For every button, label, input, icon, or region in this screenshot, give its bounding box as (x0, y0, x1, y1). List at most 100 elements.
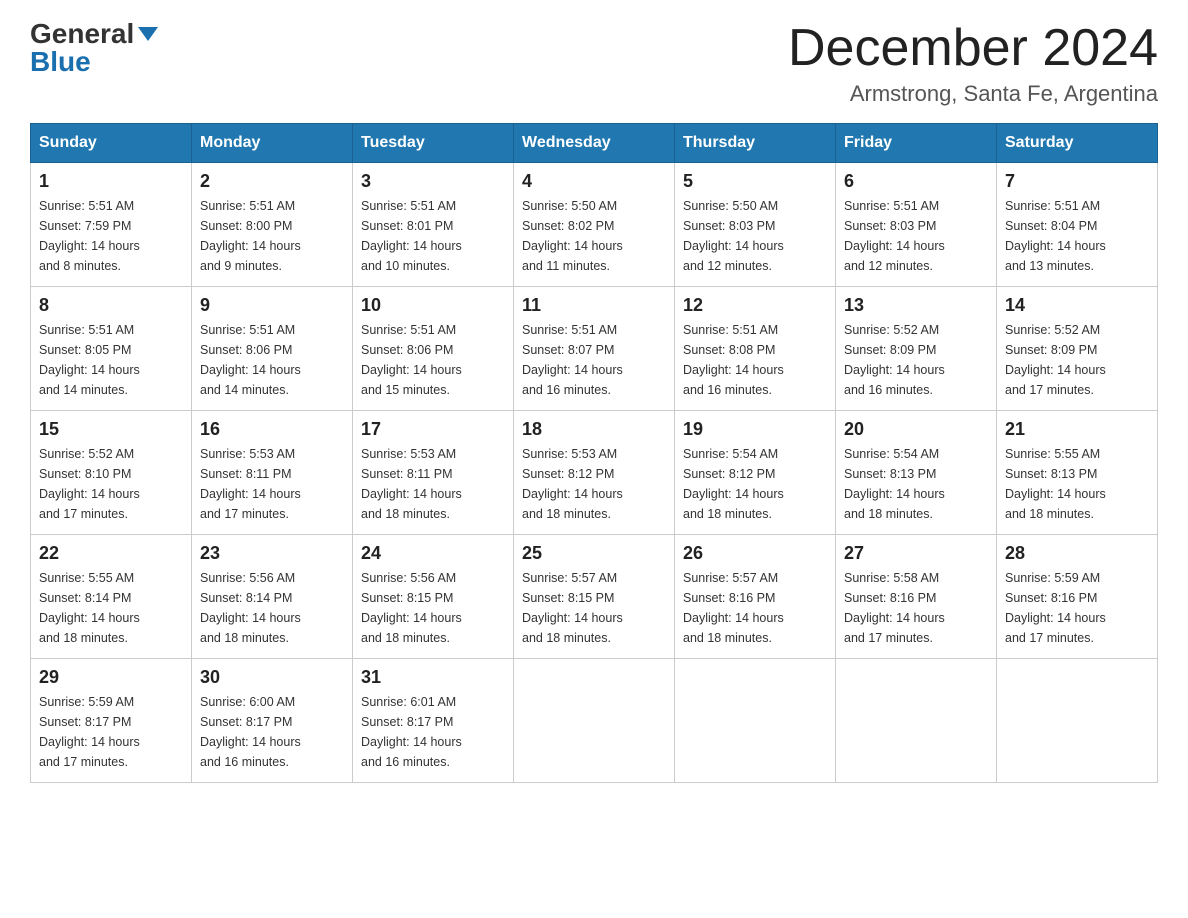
day-number: 8 (39, 295, 183, 316)
calendar-cell (675, 659, 836, 783)
day-number: 11 (522, 295, 666, 316)
calendar-cell (514, 659, 675, 783)
calendar-cell: 25 Sunrise: 5:57 AM Sunset: 8:15 PM Dayl… (514, 535, 675, 659)
day-info: Sunrise: 6:01 AM Sunset: 8:17 PM Dayligh… (361, 692, 505, 772)
day-info: Sunrise: 5:56 AM Sunset: 8:15 PM Dayligh… (361, 568, 505, 648)
calendar-cell: 6 Sunrise: 5:51 AM Sunset: 8:03 PM Dayli… (836, 163, 997, 287)
day-number: 9 (200, 295, 344, 316)
calendar-cell: 13 Sunrise: 5:52 AM Sunset: 8:09 PM Dayl… (836, 287, 997, 411)
calendar-cell: 1 Sunrise: 5:51 AM Sunset: 7:59 PM Dayli… (31, 163, 192, 287)
day-info: Sunrise: 5:57 AM Sunset: 8:16 PM Dayligh… (683, 568, 827, 648)
calendar-cell: 17 Sunrise: 5:53 AM Sunset: 8:11 PM Dayl… (353, 411, 514, 535)
weekday-header-friday: Friday (836, 124, 997, 163)
calendar-cell: 5 Sunrise: 5:50 AM Sunset: 8:03 PM Dayli… (675, 163, 836, 287)
day-info: Sunrise: 5:50 AM Sunset: 8:03 PM Dayligh… (683, 196, 827, 276)
logo: General Blue (30, 20, 158, 76)
week-row-1: 1 Sunrise: 5:51 AM Sunset: 7:59 PM Dayli… (31, 163, 1158, 287)
day-info: Sunrise: 5:51 AM Sunset: 7:59 PM Dayligh… (39, 196, 183, 276)
day-number: 1 (39, 171, 183, 192)
day-number: 31 (361, 667, 505, 688)
calendar-cell: 9 Sunrise: 5:51 AM Sunset: 8:06 PM Dayli… (192, 287, 353, 411)
week-row-2: 8 Sunrise: 5:51 AM Sunset: 8:05 PM Dayli… (31, 287, 1158, 411)
day-info: Sunrise: 5:51 AM Sunset: 8:04 PM Dayligh… (1005, 196, 1149, 276)
day-number: 17 (361, 419, 505, 440)
day-info: Sunrise: 5:50 AM Sunset: 8:02 PM Dayligh… (522, 196, 666, 276)
calendar-table: SundayMondayTuesdayWednesdayThursdayFrid… (30, 123, 1158, 783)
calendar-cell: 27 Sunrise: 5:58 AM Sunset: 8:16 PM Dayl… (836, 535, 997, 659)
day-info: Sunrise: 5:55 AM Sunset: 8:14 PM Dayligh… (39, 568, 183, 648)
day-number: 28 (1005, 543, 1149, 564)
week-row-3: 15 Sunrise: 5:52 AM Sunset: 8:10 PM Dayl… (31, 411, 1158, 535)
day-number: 18 (522, 419, 666, 440)
day-number: 23 (200, 543, 344, 564)
logo-general: General (30, 20, 134, 48)
calendar-cell: 22 Sunrise: 5:55 AM Sunset: 8:14 PM Dayl… (31, 535, 192, 659)
day-number: 30 (200, 667, 344, 688)
day-number: 10 (361, 295, 505, 316)
calendar-cell (997, 659, 1158, 783)
weekday-header-monday: Monday (192, 124, 353, 163)
day-info: Sunrise: 5:57 AM Sunset: 8:15 PM Dayligh… (522, 568, 666, 648)
weekday-header-sunday: Sunday (31, 124, 192, 163)
calendar-cell: 24 Sunrise: 5:56 AM Sunset: 8:15 PM Dayl… (353, 535, 514, 659)
day-number: 24 (361, 543, 505, 564)
calendar-cell: 21 Sunrise: 5:55 AM Sunset: 8:13 PM Dayl… (997, 411, 1158, 535)
day-info: Sunrise: 5:56 AM Sunset: 8:14 PM Dayligh… (200, 568, 344, 648)
day-info: Sunrise: 5:52 AM Sunset: 8:10 PM Dayligh… (39, 444, 183, 524)
day-number: 2 (200, 171, 344, 192)
week-row-4: 22 Sunrise: 5:55 AM Sunset: 8:14 PM Dayl… (31, 535, 1158, 659)
calendar-cell: 28 Sunrise: 5:59 AM Sunset: 8:16 PM Dayl… (997, 535, 1158, 659)
calendar-cell: 11 Sunrise: 5:51 AM Sunset: 8:07 PM Dayl… (514, 287, 675, 411)
calendar-cell: 18 Sunrise: 5:53 AM Sunset: 8:12 PM Dayl… (514, 411, 675, 535)
day-number: 13 (844, 295, 988, 316)
calendar-cell: 26 Sunrise: 5:57 AM Sunset: 8:16 PM Dayl… (675, 535, 836, 659)
calendar-cell: 8 Sunrise: 5:51 AM Sunset: 8:05 PM Dayli… (31, 287, 192, 411)
calendar-cell: 7 Sunrise: 5:51 AM Sunset: 8:04 PM Dayli… (997, 163, 1158, 287)
calendar-cell: 19 Sunrise: 5:54 AM Sunset: 8:12 PM Dayl… (675, 411, 836, 535)
day-info: Sunrise: 5:52 AM Sunset: 8:09 PM Dayligh… (844, 320, 988, 400)
day-info: Sunrise: 5:54 AM Sunset: 8:12 PM Dayligh… (683, 444, 827, 524)
day-number: 7 (1005, 171, 1149, 192)
calendar-cell: 20 Sunrise: 5:54 AM Sunset: 8:13 PM Dayl… (836, 411, 997, 535)
month-title: December 2024 (788, 20, 1158, 77)
week-row-5: 29 Sunrise: 5:59 AM Sunset: 8:17 PM Dayl… (31, 659, 1158, 783)
weekday-header-row: SundayMondayTuesdayWednesdayThursdayFrid… (31, 124, 1158, 163)
day-number: 27 (844, 543, 988, 564)
day-number: 22 (39, 543, 183, 564)
day-info: Sunrise: 5:51 AM Sunset: 8:01 PM Dayligh… (361, 196, 505, 276)
day-number: 29 (39, 667, 183, 688)
calendar-cell: 10 Sunrise: 5:51 AM Sunset: 8:06 PM Dayl… (353, 287, 514, 411)
day-number: 26 (683, 543, 827, 564)
calendar-cell: 29 Sunrise: 5:59 AM Sunset: 8:17 PM Dayl… (31, 659, 192, 783)
day-info: Sunrise: 5:52 AM Sunset: 8:09 PM Dayligh… (1005, 320, 1149, 400)
calendar-cell: 2 Sunrise: 5:51 AM Sunset: 8:00 PM Dayli… (192, 163, 353, 287)
day-number: 25 (522, 543, 666, 564)
logo-triangle-icon (138, 27, 158, 41)
day-info: Sunrise: 5:59 AM Sunset: 8:16 PM Dayligh… (1005, 568, 1149, 648)
day-number: 6 (844, 171, 988, 192)
day-number: 3 (361, 171, 505, 192)
header: General Blue December 2024 Armstrong, Sa… (30, 20, 1158, 107)
calendar-cell (836, 659, 997, 783)
day-info: Sunrise: 5:53 AM Sunset: 8:11 PM Dayligh… (200, 444, 344, 524)
day-number: 19 (683, 419, 827, 440)
day-number: 12 (683, 295, 827, 316)
day-info: Sunrise: 5:53 AM Sunset: 8:12 PM Dayligh… (522, 444, 666, 524)
day-info: Sunrise: 5:51 AM Sunset: 8:06 PM Dayligh… (200, 320, 344, 400)
day-info: Sunrise: 5:51 AM Sunset: 8:03 PM Dayligh… (844, 196, 988, 276)
day-info: Sunrise: 5:53 AM Sunset: 8:11 PM Dayligh… (361, 444, 505, 524)
calendar-cell: 30 Sunrise: 6:00 AM Sunset: 8:17 PM Dayl… (192, 659, 353, 783)
day-info: Sunrise: 6:00 AM Sunset: 8:17 PM Dayligh… (200, 692, 344, 772)
day-info: Sunrise: 5:51 AM Sunset: 8:05 PM Dayligh… (39, 320, 183, 400)
calendar-cell: 16 Sunrise: 5:53 AM Sunset: 8:11 PM Dayl… (192, 411, 353, 535)
day-number: 16 (200, 419, 344, 440)
calendar-cell: 4 Sunrise: 5:50 AM Sunset: 8:02 PM Dayli… (514, 163, 675, 287)
day-number: 15 (39, 419, 183, 440)
day-info: Sunrise: 5:55 AM Sunset: 8:13 PM Dayligh… (1005, 444, 1149, 524)
day-info: Sunrise: 5:51 AM Sunset: 8:06 PM Dayligh… (361, 320, 505, 400)
title-area: December 2024 Armstrong, Santa Fe, Argen… (788, 20, 1158, 107)
calendar-cell: 31 Sunrise: 6:01 AM Sunset: 8:17 PM Dayl… (353, 659, 514, 783)
day-info: Sunrise: 5:54 AM Sunset: 8:13 PM Dayligh… (844, 444, 988, 524)
day-number: 4 (522, 171, 666, 192)
calendar-cell: 12 Sunrise: 5:51 AM Sunset: 8:08 PM Dayl… (675, 287, 836, 411)
